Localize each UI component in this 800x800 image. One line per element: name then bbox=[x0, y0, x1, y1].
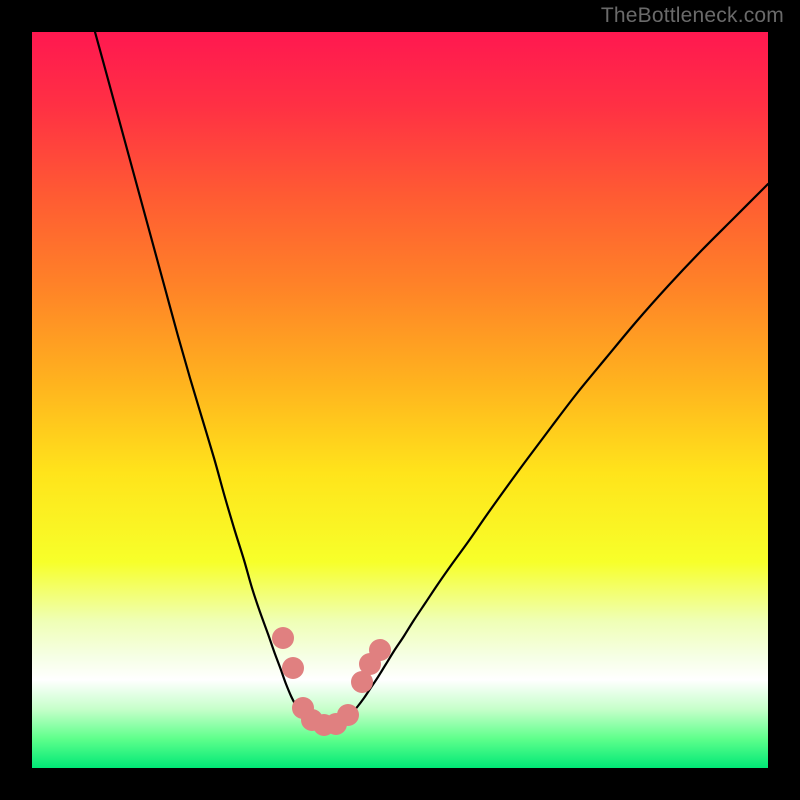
curve-marker bbox=[272, 627, 294, 649]
curve-marker bbox=[337, 704, 359, 726]
curve-marker bbox=[282, 657, 304, 679]
curve-marker bbox=[369, 639, 391, 661]
gradient-background bbox=[32, 32, 768, 768]
watermark-text: TheBottleneck.com bbox=[601, 4, 784, 28]
bottleneck-chart bbox=[0, 0, 800, 800]
chart-stage: TheBottleneck.com bbox=[0, 0, 800, 800]
